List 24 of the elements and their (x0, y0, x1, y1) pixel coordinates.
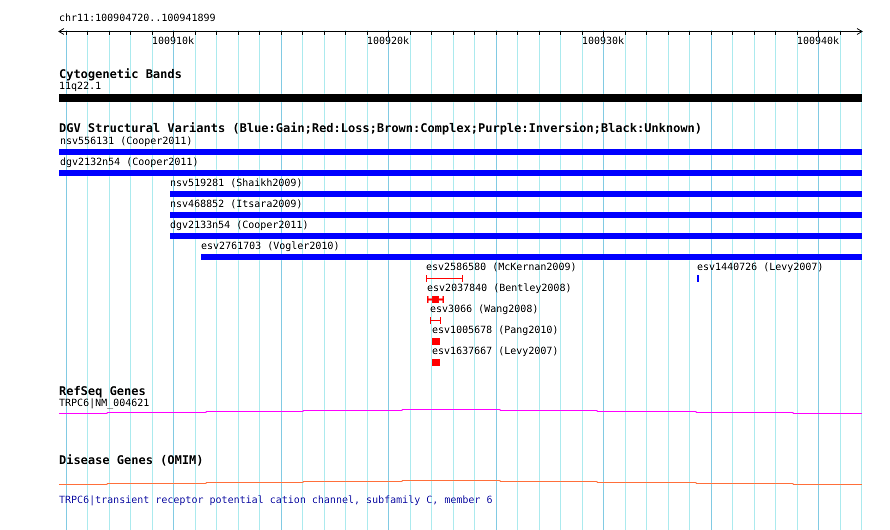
tick-label: 100910k (152, 36, 194, 47)
feature-label: esv2037840 (Bentley2008) (427, 283, 572, 295)
feature-label: TRPC6|transient receptor potential cation channel, subfamily C, member 6 (59, 495, 492, 507)
feature-label: esv1637667 (Levy2007) (432, 346, 558, 358)
feature-label: nsv519281 (Shaikh2009) (170, 178, 302, 190)
feature-label: nsv468852 (Itsara2009) (170, 199, 302, 211)
track-title: DGV Structural Variants (Blue:Gain;Red:Loss;Brown:Complex;Purple:Inversion;Black:Unknown) (59, 122, 702, 135)
feature-label: dgv2132n54 (Cooper2011) (60, 157, 198, 169)
feature-label: esv2761703 (Vogler2010) (201, 241, 340, 253)
feature-label: 11q22.1 (59, 81, 102, 93)
feature-label: esv1440726 (Levy2007) (697, 262, 824, 274)
track-title: RefSeq Genes (59, 385, 146, 398)
feature-label: esv2586580 (McKernan2009) (426, 262, 577, 274)
feature-label: nsv556131 (Cooper2011) (60, 136, 192, 148)
track-title: Disease Genes (OMIM) (59, 454, 204, 467)
location-label: chr11:100904720..100941899 (59, 13, 216, 25)
feature-label: dgv2133n54 (Cooper2011) (170, 220, 308, 232)
tick-label: 100930k (582, 36, 624, 47)
tick-label: 100920k (366, 36, 410, 47)
feature-label: TRPC6|NM_004621 (59, 398, 150, 410)
feature-label: esv1005678 (Pang2010) (432, 325, 558, 337)
tick-label: 100940k (796, 36, 840, 47)
track-title: Cytogenetic Bands (59, 68, 182, 81)
feature-label: esv3066 (Wang2008) (430, 304, 538, 316)
